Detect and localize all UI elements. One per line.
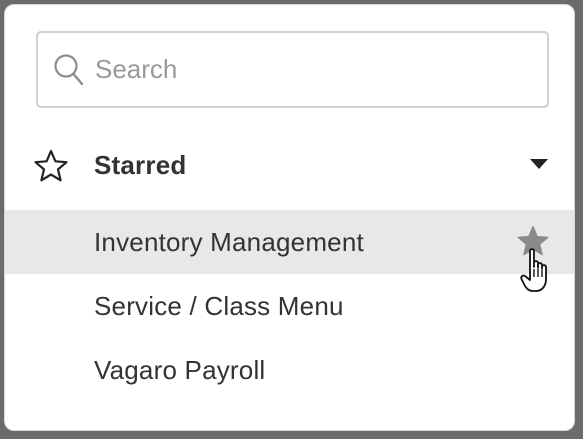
section-label: Starred xyxy=(94,149,187,180)
star-outline-icon xyxy=(33,148,69,184)
search-box[interactable] xyxy=(36,31,549,108)
search-input[interactable] xyxy=(95,54,515,85)
list-item[interactable]: Inventory Management xyxy=(5,210,574,292)
list-item[interactable]: Service / Class Menu xyxy=(5,274,574,338)
starred-section-header[interactable]: Starred xyxy=(5,137,574,193)
search-icon xyxy=(52,53,86,87)
starred-menu-panel: Starred Inventory Management Service / C xyxy=(4,4,575,431)
list-item-label: Vagaro Payroll xyxy=(94,354,266,385)
list-item-label: Inventory Management xyxy=(94,226,364,257)
starred-list: Inventory Management Service / Class Men… xyxy=(5,210,574,402)
list-item-label: Service / Class Menu xyxy=(94,290,344,321)
list-item[interactable]: Vagaro Payroll xyxy=(5,338,574,402)
caret-down-icon[interactable] xyxy=(530,159,548,169)
